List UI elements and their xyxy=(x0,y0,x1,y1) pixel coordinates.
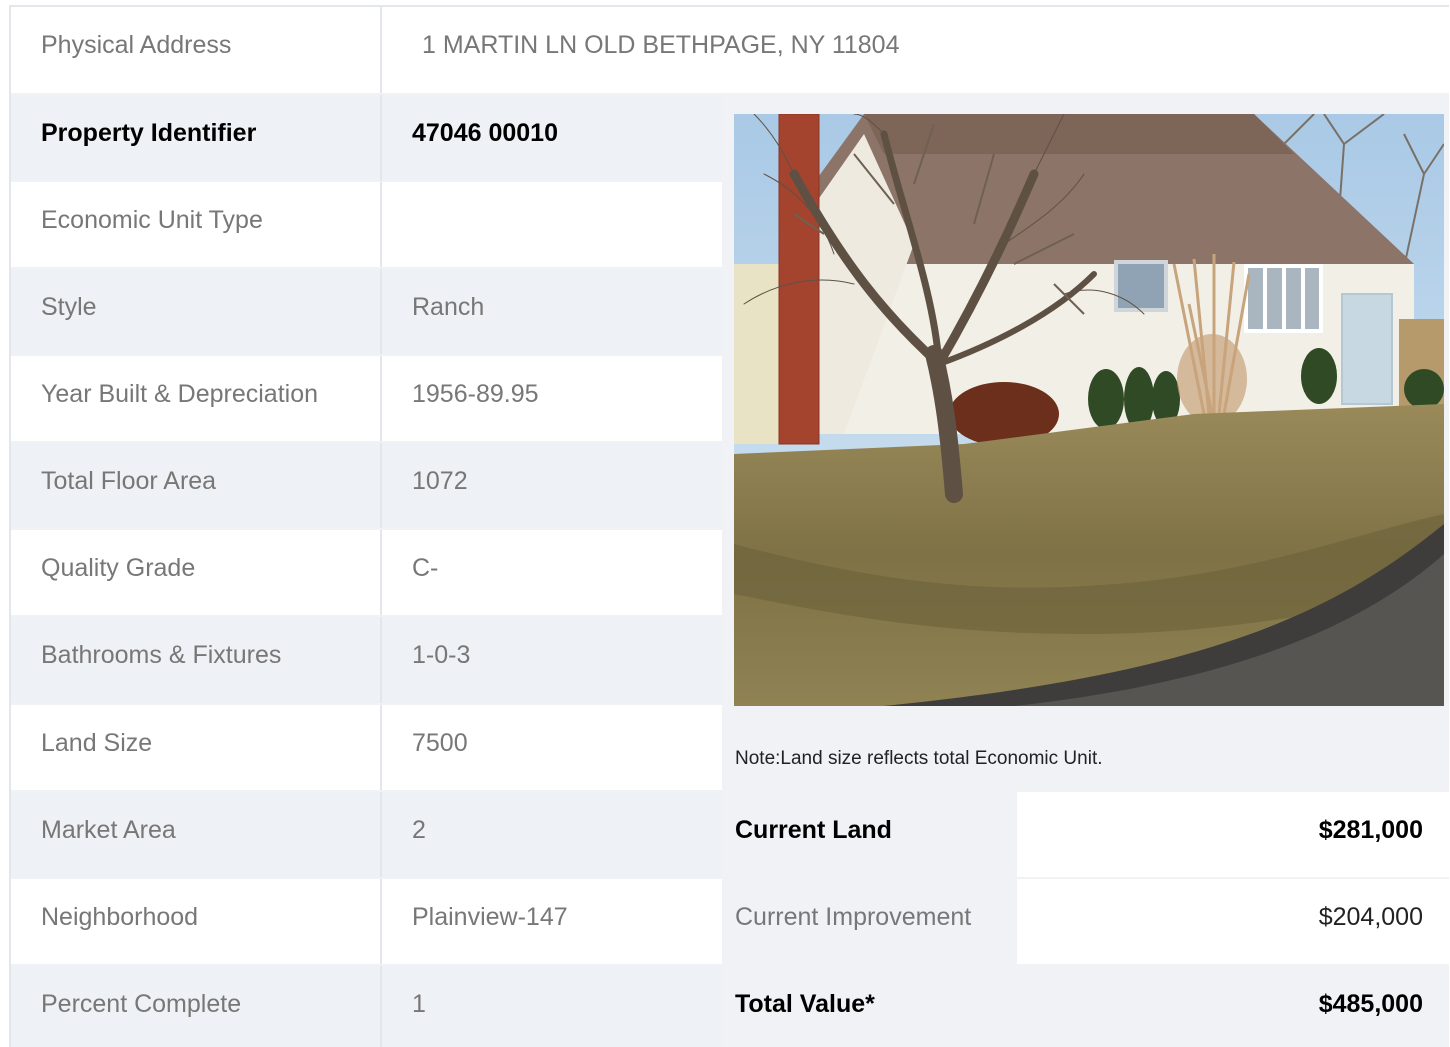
property-identifier-value: 47046 00010 xyxy=(380,95,722,181)
market-area-label: Market Area xyxy=(11,792,380,877)
year-built-label: Year Built & Depreciation xyxy=(11,356,380,441)
quality-grade-value: C- xyxy=(380,530,722,615)
percent-complete-value: 1 xyxy=(380,966,722,1047)
property-identifier-label: Property Identifier xyxy=(11,95,380,181)
total-floor-area-label: Total Floor Area xyxy=(11,443,380,528)
total-value-amount: $485,000 xyxy=(1318,990,1423,1018)
current-improvement-amount: $204,000 xyxy=(1017,879,1449,964)
current-improvement-label: Current Improvement xyxy=(735,903,972,931)
land-size-label: Land Size xyxy=(11,705,380,790)
current-land-amount: $281,000 xyxy=(1017,792,1449,877)
total-floor-area-value: 1072 xyxy=(380,443,722,528)
address-value: 1 MARTIN LN OLD BETHPAGE, NY 11804 xyxy=(380,7,1449,93)
year-built-value: 1956-89.95 xyxy=(380,356,722,441)
style-label: Style xyxy=(11,269,380,354)
land-size-value: 7500 xyxy=(380,705,722,790)
bathrooms-label: Bathrooms & Fixtures xyxy=(11,617,380,703)
economic-unit-type-value xyxy=(380,182,722,267)
market-area-value: 2 xyxy=(380,792,722,877)
bathrooms-value: 1-0-3 xyxy=(380,617,722,703)
percent-complete-label: Percent Complete xyxy=(11,966,380,1047)
style-value: Ranch xyxy=(380,269,722,354)
neighborhood-value: Plainview-147 xyxy=(380,879,722,964)
economic-unit-type-label: Economic Unit Type xyxy=(11,182,380,267)
current-land-label: Current Land xyxy=(735,816,892,844)
quality-grade-label: Quality Grade xyxy=(11,530,380,615)
land-size-note: Note:Land size reflects total Economic U… xyxy=(735,748,1103,769)
neighborhood-label: Neighborhood xyxy=(11,879,380,964)
total-value-label: Total Value* xyxy=(735,990,875,1018)
address-label: Physical Address xyxy=(11,7,380,93)
property-photo xyxy=(734,114,1444,706)
